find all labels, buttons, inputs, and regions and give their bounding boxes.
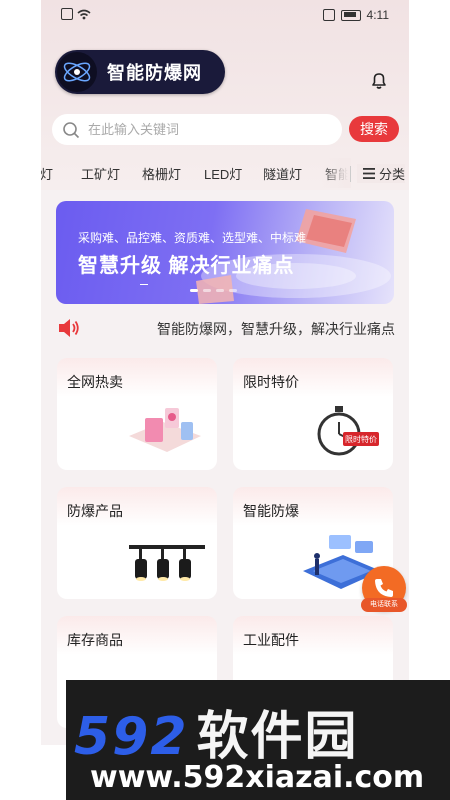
nfc-icon bbox=[322, 9, 335, 21]
watermark-logo-text: 软件园 bbox=[196, 707, 359, 767]
phone-icon bbox=[375, 579, 393, 597]
card-title: 防爆产品 bbox=[67, 503, 123, 519]
app-name: 智能防爆网 bbox=[107, 63, 202, 83]
card-title: 全网热卖 bbox=[67, 374, 123, 390]
watermark-logo-number: 592 bbox=[74, 707, 189, 767]
watermark-logo: 592 软件园 bbox=[74, 694, 359, 769]
wifi-icon bbox=[77, 9, 91, 19]
card-title: 工业配件 bbox=[243, 632, 299, 648]
card-hot-sales[interactable]: 全网热卖 bbox=[57, 358, 217, 470]
category-tab[interactable]: 隧道灯 bbox=[263, 164, 302, 183]
card-flash-sale[interactable]: 限时特价 限时特价 bbox=[233, 358, 393, 470]
watermark-overlay: 592 软件园 www.592xiazai.com bbox=[66, 680, 450, 800]
app-screen: 4:11 智能防爆网 搜索 灯 工矿灯 格栅灯 LED灯 隧道灯 智能 bbox=[41, 0, 409, 745]
banner-title: 智慧升级 解决行业痛点 bbox=[78, 255, 295, 277]
banner-subtitle: 采购难、品控难、资质难、选型难、中标难 bbox=[78, 231, 307, 245]
category-tab[interactable]: 工矿灯 bbox=[81, 164, 120, 183]
category-more-label: 分类 bbox=[378, 167, 405, 182]
category-tab[interactable]: 格栅灯 bbox=[142, 164, 181, 183]
card-title: 库存商品 bbox=[67, 632, 123, 648]
speaker-icon bbox=[59, 319, 79, 337]
bell-icon[interactable] bbox=[369, 70, 389, 90]
flash-sale-badge-text: 限时特价 bbox=[345, 434, 377, 444]
card-explosion-proof-products[interactable]: 防爆产品 bbox=[57, 487, 217, 599]
banner-pagination bbox=[190, 289, 237, 292]
notice-bar[interactable]: 智能防爆网，智慧升级，解决行业痛点 bbox=[55, 316, 395, 338]
search-input[interactable] bbox=[88, 122, 308, 137]
battery-icon bbox=[340, 9, 361, 21]
stopwatch-icon: 限时特价 bbox=[317, 406, 379, 456]
watermark-url: www.592xiazai.com bbox=[90, 760, 425, 795]
call-button-label[interactable]: 电话联系 bbox=[361, 598, 407, 612]
pagination-dot[interactable] bbox=[216, 289, 224, 292]
category-tab[interactable]: 灯 bbox=[41, 164, 53, 183]
card-title: 限时特价 bbox=[243, 374, 299, 390]
app-logo: 智能防爆网 bbox=[55, 50, 225, 94]
category-more-button[interactable]: 分类 bbox=[356, 164, 405, 183]
pagination-dot[interactable] bbox=[190, 289, 198, 292]
status-bar: 4:11 bbox=[41, 0, 409, 30]
search-icon bbox=[63, 121, 80, 138]
category-bar: 灯 工矿灯 格栅灯 LED灯 隧道灯 智能 分类 bbox=[41, 158, 409, 188]
notification-icon bbox=[61, 8, 73, 20]
spotlight-icon bbox=[129, 545, 205, 581]
category-tab[interactable]: LED灯 bbox=[204, 164, 242, 183]
pagination-dot[interactable] bbox=[229, 289, 237, 292]
card-title: 智能防爆 bbox=[243, 503, 299, 519]
status-time: 4:11 bbox=[366, 8, 389, 22]
promo-banner[interactable]: 采购难、品控难、资质难、选型难、中标难 智慧升级 解决行业痛点 bbox=[56, 201, 394, 304]
atom-logo-icon bbox=[57, 52, 97, 92]
pagination-dot[interactable] bbox=[203, 289, 211, 292]
shopping-icon bbox=[129, 408, 201, 452]
category-fade bbox=[321, 158, 351, 188]
menu-icon bbox=[362, 168, 375, 179]
banner-decoration bbox=[140, 284, 148, 285]
search-bar[interactable] bbox=[52, 114, 342, 145]
search-button[interactable]: 搜索 bbox=[349, 116, 399, 142]
notice-text: 智能防爆网，智慧升级，解决行业痛点 bbox=[157, 321, 395, 337]
category-divider bbox=[350, 166, 351, 182]
